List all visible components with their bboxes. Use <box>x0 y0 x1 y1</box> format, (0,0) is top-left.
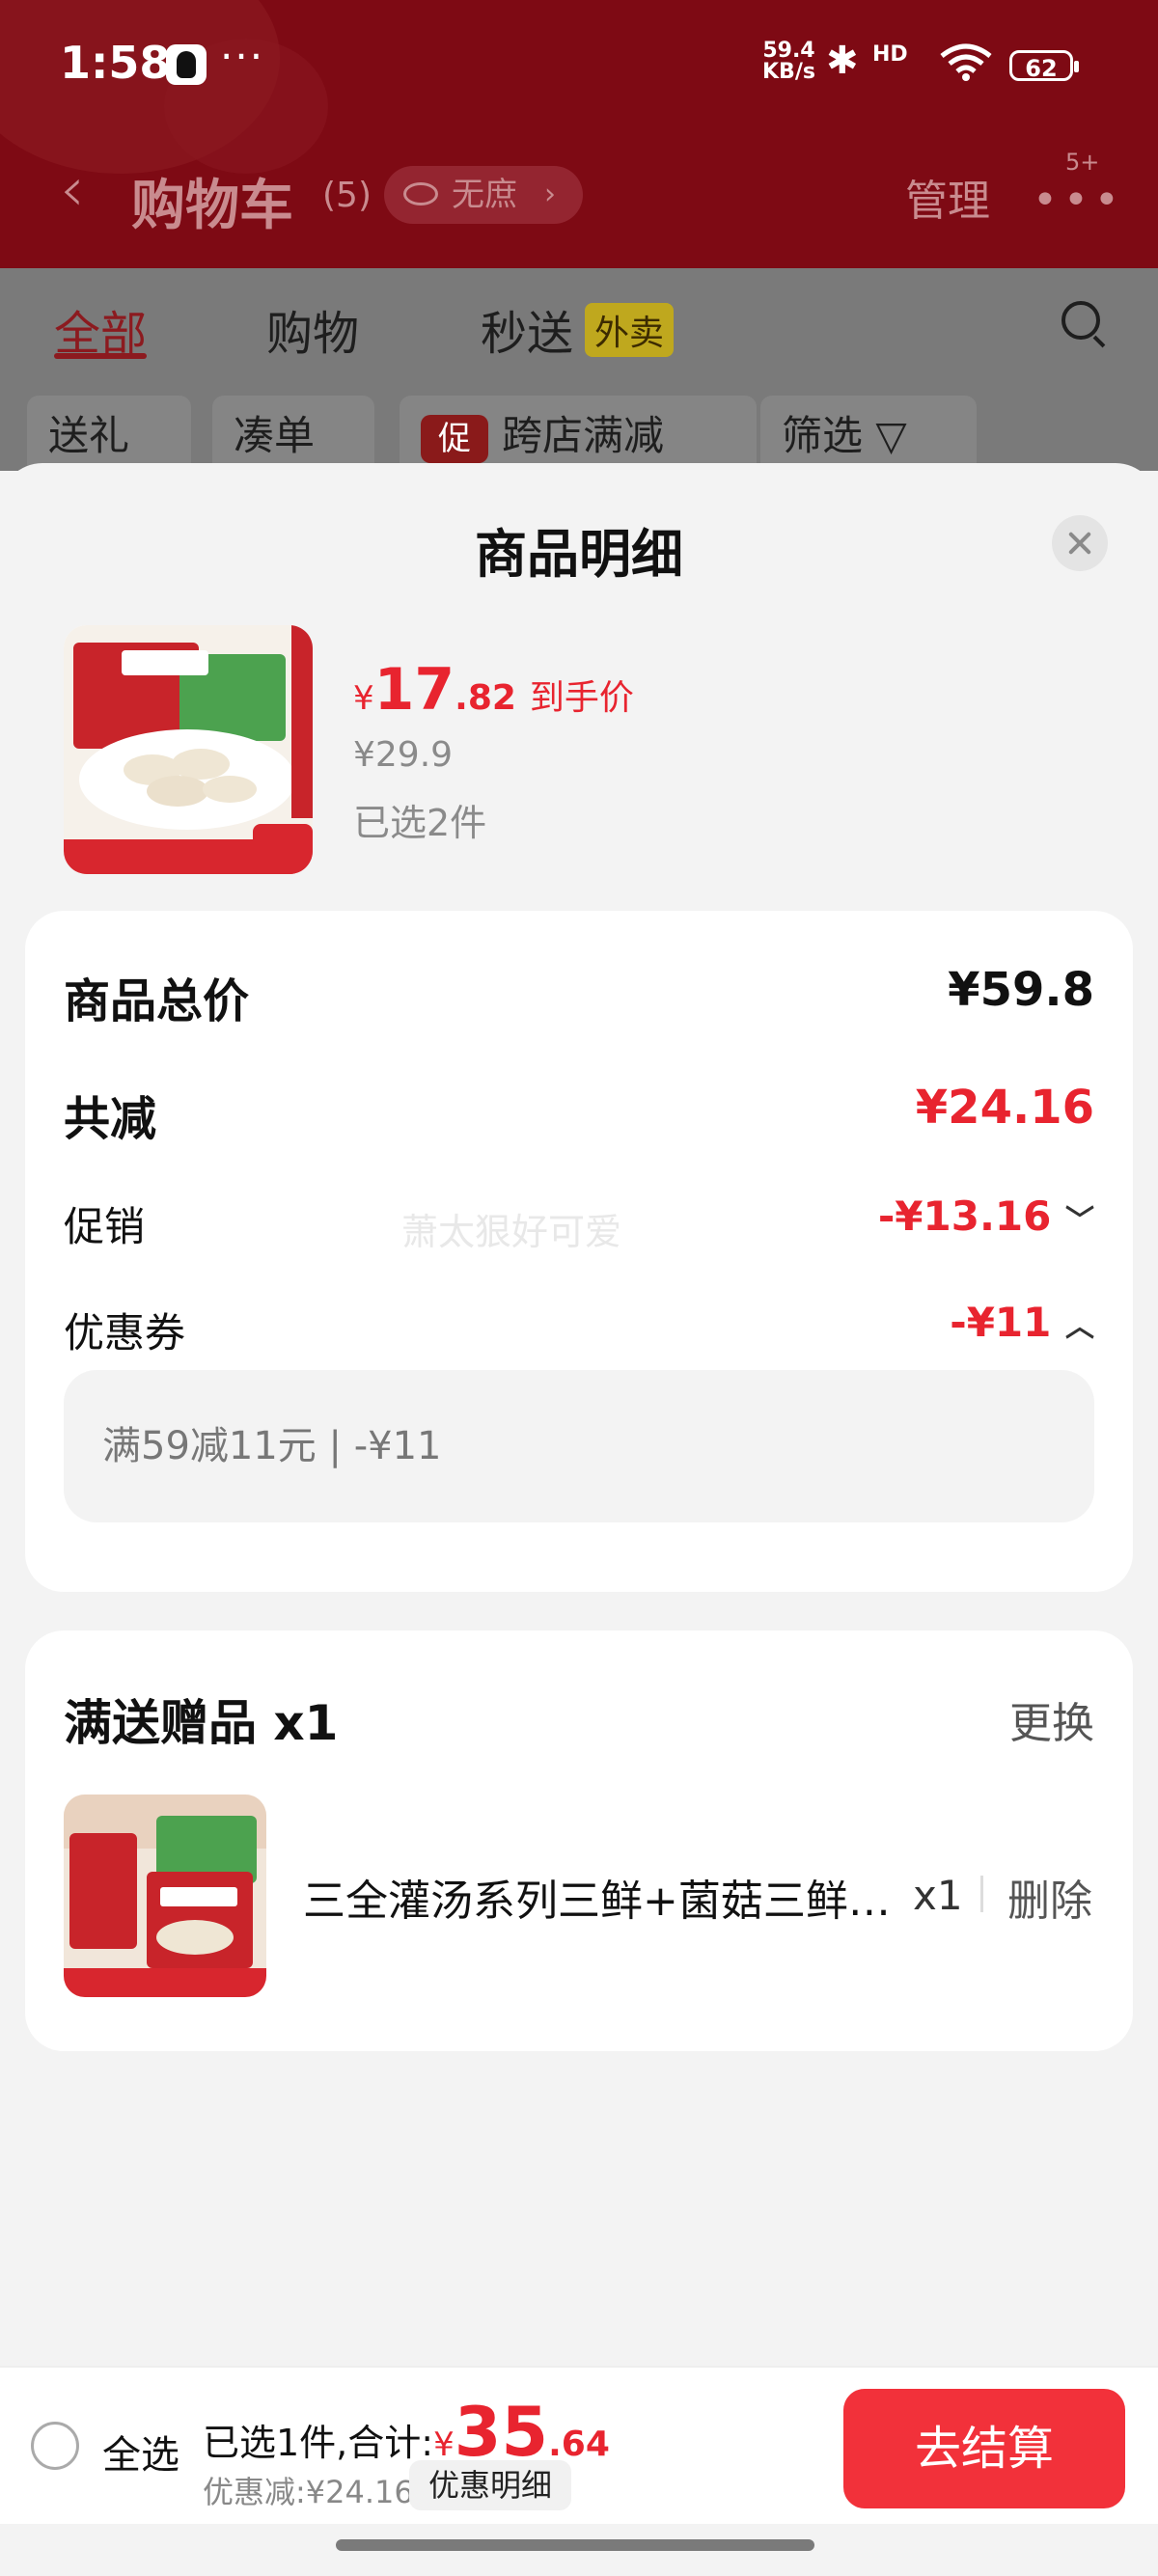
cart-count: (5) <box>322 176 372 215</box>
gift-image[interactable] <box>64 1795 266 1997</box>
promotion-row-toggle[interactable]: -¥13.16 ﹀ <box>878 1192 1094 1240</box>
promo-badge: 促 <box>421 414 488 463</box>
gift-quantity: x1 <box>913 1872 963 1919</box>
product-price: ¥17.82 到手价 <box>353 656 634 724</box>
search-icon[interactable] <box>1062 301 1100 340</box>
total-price-label: 商品总价 <box>64 974 250 1028</box>
coupon-value: -¥11 <box>950 1299 1052 1346</box>
manage-button[interactable]: 管理 <box>905 166 990 228</box>
final-price-tag: 到手价 <box>529 678 634 718</box>
status-time: 1:58 <box>60 37 171 89</box>
discount-detail-button[interactable]: 优惠明细 <box>409 2460 572 2510</box>
product-image <box>64 625 313 874</box>
promotion-label: 促销 <box>64 1203 146 1250</box>
signal-icon: HD <box>872 42 908 67</box>
bluetooth-icon: ✱ <box>826 39 859 83</box>
selected-count: 已选2件 <box>353 802 487 844</box>
chip-filter-label: 筛选 <box>782 412 864 459</box>
discount-summary: 优惠减:¥24.16 <box>203 2474 414 2510</box>
gift-card: 满送赠品 x1 更换 三全灌汤系列三鲜+菌菇三鲜水饺 x1 删除 <box>25 1631 1133 2051</box>
total-reduction-label: 共减 <box>64 1092 157 1146</box>
home-indicator[interactable] <box>336 2539 814 2551</box>
promotion-value: -¥13.16 <box>877 1192 1052 1240</box>
battery-icon: 62 <box>1009 50 1079 82</box>
change-gift-button[interactable]: 更换 <box>1009 1688 1094 1750</box>
coupon-row-toggle[interactable]: -¥11 ︿ <box>950 1299 1094 1346</box>
gift-product-name[interactable]: 三全灌汤系列三鲜+菌菇三鲜水饺 <box>303 1866 901 1928</box>
sheet-title: 商品明细 <box>475 524 683 585</box>
page-title: 购物车 <box>131 175 293 237</box>
more-menu-icon[interactable]: • • • <box>1033 176 1119 225</box>
chip-cross-store-label: 跨店满减 <box>502 412 665 459</box>
select-all-label[interactable]: 全选 <box>102 2424 179 2480</box>
divider <box>980 1876 983 1912</box>
network-speed: 59.4 KB/s <box>762 39 815 84</box>
select-all-radio[interactable] <box>31 2422 79 2470</box>
eye-icon <box>403 182 438 206</box>
total-reduction-value: ¥24.16 <box>915 1081 1094 1135</box>
filter-icon: ▽ <box>875 412 907 459</box>
privacy-toggle[interactable]: 无庶 › <box>384 166 583 224</box>
tab-express[interactable]: 秒送 <box>481 295 573 363</box>
original-price: ¥29.9 <box>353 735 454 775</box>
total-price-value: ¥59.8 <box>948 963 1094 1017</box>
checkout-bar: 全选 已选1件,合计:¥35.64 优惠减:¥24.16 优惠明细 去结算 <box>0 2366 1158 2524</box>
coupon-detail: 满59减11元 | -¥11 <box>64 1370 1094 1522</box>
takeout-badge: 外卖 <box>585 303 675 357</box>
chevron-down-icon: ﹀ <box>1065 1204 1094 1238</box>
checkout-button[interactable]: 去结算 <box>843 2389 1125 2508</box>
more-badge: 5+ <box>1065 149 1100 176</box>
delete-gift-button[interactable]: 删除 <box>1007 1866 1092 1928</box>
close-icon[interactable] <box>1052 515 1108 571</box>
chevron-up-icon: ︿ <box>1065 1310 1094 1344</box>
price-decimal: .82 <box>455 678 516 718</box>
more-notifications-icon: ··· <box>220 33 265 80</box>
wifi-icon <box>940 43 992 81</box>
tab-shopping[interactable]: 购物 <box>266 295 359 363</box>
privacy-label: 无庶 <box>452 176 517 214</box>
back-arrow-icon[interactable]: ‹ <box>60 154 85 226</box>
dumpling-package-image <box>64 625 313 874</box>
cart-tabs-area: 全部 购物 秒送 外卖 送礼 凑单 促跨店满减 筛选 ▽ <box>0 268 1158 477</box>
price-currency: ¥ <box>353 679 374 718</box>
status-bar: 1:58 ··· 59.4 KB/s ✱ HD 62 <box>0 0 1158 135</box>
coupon-label: 优惠券 <box>64 1309 186 1357</box>
watermark-text: 萧太狠好可爱 <box>401 1211 622 1253</box>
gift-package-image <box>64 1795 266 1997</box>
chevron-right-icon: › <box>544 178 556 211</box>
total-currency: ¥ <box>433 2425 455 2464</box>
cart-header: ‹ 购物车 (5) 无庶 › 管理 • • • 5+ <box>0 145 1158 241</box>
total-decimal: .64 <box>548 2425 610 2464</box>
gift-title: 满送赠品 x1 <box>64 1695 339 1751</box>
active-tab-indicator <box>54 353 147 359</box>
summary-prefix: 已选1件,合计: <box>203 2422 434 2464</box>
product-detail-sheet: 商品明细 ¥17.82 到手价 ¥29.9 已选2件 商品总价 ¥59.8 共减 … <box>0 463 1158 2576</box>
price-integer: 17 <box>373 656 455 724</box>
qq-notification-icon <box>166 44 207 85</box>
